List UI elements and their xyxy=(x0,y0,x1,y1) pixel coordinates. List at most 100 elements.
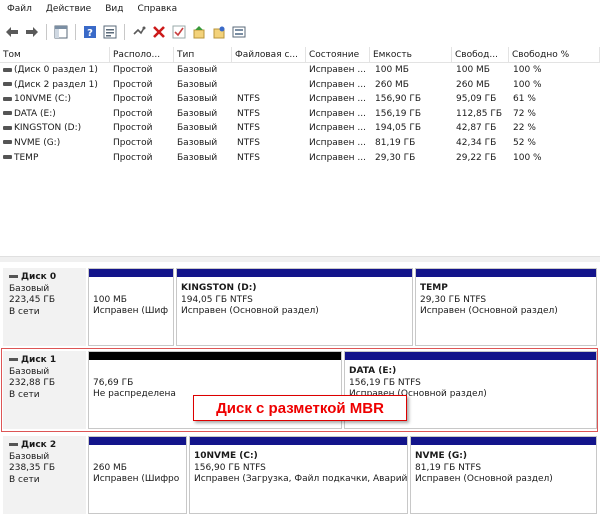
partition-title: NVME (G:) xyxy=(415,451,467,461)
column-header-layout[interactable]: Располо... xyxy=(110,47,174,63)
console-tree-icon[interactable] xyxy=(52,23,70,41)
volume-cell: NTFS xyxy=(237,121,307,136)
volume-cell: Исправен ... xyxy=(309,151,371,166)
volume-row[interactable]: KINGSTON (D:) Простой Базовый NTFS Исправен … xyxy=(0,121,600,136)
volume-cell-text: Простой xyxy=(113,123,153,134)
partition-kingston[interactable]: KINGSTON (D:) 194,05 ГБ NTFS Исправен (О… xyxy=(176,268,413,346)
partition-disk0-efi[interactable]: 100 МБ Исправен (Шиф xyxy=(88,268,174,346)
partition-10nvme[interactable]: 10NVME (C:) 156,90 ГБ NTFS Исправен (Заг… xyxy=(189,436,408,514)
disk-type: Базовый xyxy=(9,451,50,462)
delete-icon[interactable] xyxy=(150,23,168,41)
view-icon[interactable] xyxy=(230,23,248,41)
menu-help[interactable]: Справка xyxy=(130,0,184,18)
volume-cell: 100 % xyxy=(513,151,598,166)
volume-cell-text: Простой xyxy=(113,79,153,90)
partition-title xyxy=(93,283,173,295)
partition-nvme[interactable]: NVME (G:) 81,19 ГБ NTFS Исправен (Основн… xyxy=(410,436,597,514)
partition-status: Исправен (Шиф xyxy=(93,306,169,316)
partition-size: 29,30 ГБ NTFS xyxy=(420,294,487,305)
volume-cell-text: Исправен ... xyxy=(309,94,366,105)
disk-2[interactable]: Диск 2 Базовый 238,35 ГБ В сети 260 МБ И… xyxy=(3,436,597,514)
volume-cell-text: NVME (G:) xyxy=(14,137,61,148)
connect-icon[interactable] xyxy=(130,23,148,41)
volume-cell-text: NTFS xyxy=(237,137,260,148)
volume-cell: Простой xyxy=(113,63,174,78)
volume-cell: 81,19 ГБ xyxy=(375,136,454,151)
check-icon[interactable] xyxy=(170,23,188,41)
volume-cell: Базовый xyxy=(177,107,234,122)
volume-cell-text: 29,22 ГБ xyxy=(456,152,497,163)
disk-view: Диск 0 Базовый 223,45 ГБ В сети 100 МБ И… xyxy=(0,262,600,516)
disk-status: В сети xyxy=(9,474,40,485)
volume-cell-text: Исправен ... xyxy=(309,123,366,134)
volume-cell-text: Простой xyxy=(113,94,153,105)
partition-temp[interactable]: TEMP 29,30 ГБ NTFS Исправен (Основной ра… xyxy=(415,268,597,346)
volume-list-header: Том Располо... Тип Файловая с... Состоян… xyxy=(0,47,600,63)
disk-name: Диск 1 xyxy=(9,355,86,367)
volume-row[interactable]: NVME (G:) Простой Базовый NTFS Исправен ... 8… xyxy=(0,136,600,151)
column-header-free-percent[interactable]: Свободно % xyxy=(509,47,600,63)
partition-bar xyxy=(411,437,596,445)
volume-cell: KINGSTON (D:) xyxy=(3,121,110,136)
volume-cell: 29,22 ГБ xyxy=(456,151,511,166)
wizard-icon[interactable] xyxy=(210,23,228,41)
volume-cell: (Диск 2 раздел 1) xyxy=(3,78,110,93)
up-icon[interactable] xyxy=(190,23,208,41)
volume-cell-text: 10NVME (C:) xyxy=(14,94,71,105)
volume-cell-text: 29,30 ГБ xyxy=(375,152,416,163)
volume-cell: Простой xyxy=(113,151,174,166)
partition-status: Исправен (Основной раздел) xyxy=(181,306,319,316)
volume-cell: Простой xyxy=(113,107,174,122)
volume-row[interactable]: TEMP Простой Базовый NTFS Исправен ... 29,30 … xyxy=(0,151,600,166)
partition-title: 10NVME (C:) xyxy=(194,451,258,461)
back-icon[interactable] xyxy=(3,23,21,41)
disk-1-label[interactable]: Диск 1 Базовый 232,88 ГБ В сети xyxy=(3,351,86,429)
volume-cell: Простой xyxy=(113,92,174,107)
partition-status: Исправен (Основной раздел) xyxy=(415,474,553,484)
volume-cell-text: Исправен ... xyxy=(309,79,366,90)
toolbar-separator xyxy=(46,24,47,40)
volume-icon xyxy=(3,155,12,160)
help-icon[interactable]: ? xyxy=(81,23,99,41)
volume-row[interactable]: (Диск 2 раздел 1) Простой Базовый Исправен … xyxy=(0,78,600,93)
column-header-free[interactable]: Свобод... xyxy=(452,47,509,63)
volume-row[interactable]: DATA (E:) Простой Базовый NTFS Исправен ... 1… xyxy=(0,107,600,122)
column-header-filesystem[interactable]: Файловая с... xyxy=(232,47,306,63)
volume-row[interactable]: (Диск 0 раздел 1) Простой Базовый Исправен … xyxy=(0,63,600,78)
properties-icon[interactable] xyxy=(101,23,119,41)
volume-cell-text: 260 МБ xyxy=(456,79,490,90)
volume-cell: NTFS xyxy=(237,92,307,107)
menu-action[interactable]: Действие xyxy=(39,0,98,18)
volume-cell-text: 112,85 ГБ xyxy=(456,108,503,119)
column-header-status[interactable]: Состояние xyxy=(306,47,370,63)
volume-cell: 156,19 ГБ xyxy=(375,107,454,122)
partition-disk2-efi[interactable]: 260 МБ Исправен (Шифро xyxy=(88,436,187,514)
volume-cell-text: 22 % xyxy=(513,123,536,134)
partition-bar xyxy=(190,437,407,445)
volume-cell: 260 МБ xyxy=(456,78,511,93)
volume-cell: DATA (E:) xyxy=(3,107,110,122)
disk-0[interactable]: Диск 0 Базовый 223,45 ГБ В сети 100 МБ И… xyxy=(3,268,597,346)
volume-icon xyxy=(3,111,12,116)
volume-cell-text: Исправен ... xyxy=(309,137,366,148)
volume-cell-text: Простой xyxy=(113,65,153,75)
forward-icon[interactable] xyxy=(23,23,41,41)
partition-title xyxy=(93,366,341,378)
disk-0-label[interactable]: Диск 0 Базовый 223,45 ГБ В сети xyxy=(3,268,86,346)
column-header-volume[interactable]: Том xyxy=(0,47,110,63)
volume-cell-text: Исправен ... xyxy=(309,152,366,163)
volume-cell-text: 42,34 ГБ xyxy=(456,137,497,148)
volume-cell: 100 % xyxy=(513,78,598,93)
menu-view[interactable]: Вид xyxy=(98,0,130,18)
column-header-capacity[interactable]: Емкость xyxy=(370,47,452,63)
column-header-type[interactable]: Тип xyxy=(174,47,232,63)
volume-cell: Исправен ... xyxy=(309,78,371,93)
partition-size: 100 МБ xyxy=(93,294,127,305)
volume-row[interactable]: 10NVME (C:) Простой Базовый NTFS Исправен ..… xyxy=(0,92,600,107)
volume-cell-text: 260 МБ xyxy=(375,79,409,90)
partition-status: Исправен (Шифро xyxy=(93,474,180,484)
disk-2-label[interactable]: Диск 2 Базовый 238,35 ГБ В сети xyxy=(3,436,86,514)
callout-text: Диск с разметкой MBR xyxy=(216,399,384,417)
volume-cell-text: Базовый xyxy=(177,137,218,148)
menu-file[interactable]: Файл xyxy=(0,0,39,18)
